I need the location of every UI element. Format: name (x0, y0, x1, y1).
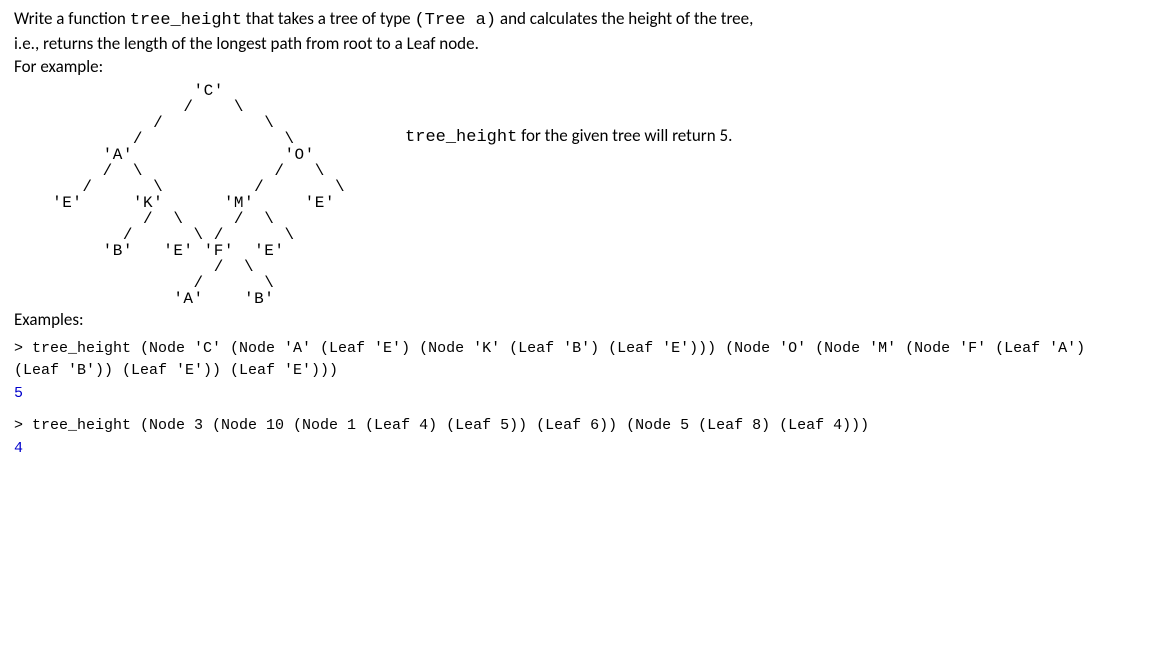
caption-mid: for the given tree will return (517, 125, 719, 146)
question-line1-prefix: Write a function (14, 8, 130, 29)
tree-diagram: 'C' / \ / \ / \ 'A' 'O' / \ / \ / \ / \ … (14, 83, 345, 307)
example-block-1: > tree_height (Node 'C' (Node 'A' (Leaf … (14, 338, 1136, 406)
question-line1-suffix: and calculates the height of the tree, (496, 8, 753, 29)
caption-func: tree_height (405, 128, 517, 147)
tree-caption: tree_height for the given tree will retu… (345, 83, 732, 150)
example-prompt: > tree_height (Node 3 (Node 10 (Node 1 (… (14, 417, 869, 434)
question-line2: i.e., returns the length of the longest … (14, 33, 479, 54)
example-prompt: > tree_height (Node 'C' (Node 'A' (Leaf … (14, 340, 1085, 380)
caption-result: 5 (720, 125, 729, 146)
example-block-2: > tree_height (Node 3 (Node 10 (Node 1 (… (14, 415, 1136, 460)
examples-heading: Examples: (14, 309, 1136, 332)
tree-section: 'C' / \ / \ / \ 'A' 'O' / \ / \ / \ / \ … (14, 83, 1136, 307)
example-result: 5 (14, 385, 23, 402)
type-expression: (Tree a) (414, 11, 496, 30)
example-result: 4 (14, 440, 23, 457)
question-line3: For example: (14, 56, 103, 77)
function-name: tree_height (130, 11, 242, 30)
question-text: Write a function tree_height that takes … (14, 8, 1136, 79)
question-line1-mid: that takes a tree of type (242, 8, 415, 29)
caption-suffix: . (728, 125, 732, 146)
